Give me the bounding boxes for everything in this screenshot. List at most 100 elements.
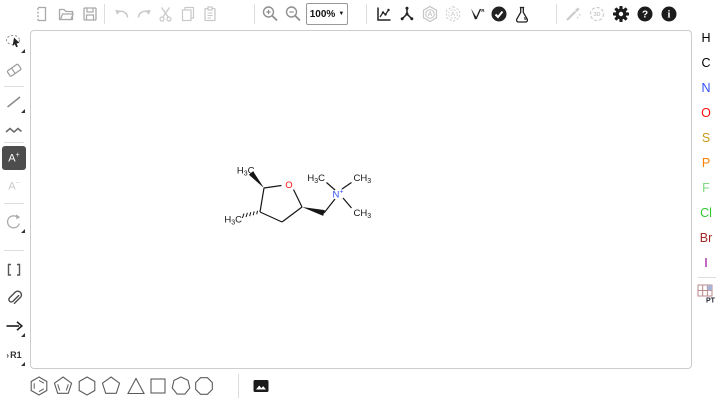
redo-icon xyxy=(135,5,153,23)
layout-button[interactable] xyxy=(374,3,394,25)
cut-button[interactable] xyxy=(156,3,176,25)
charge-plus-button[interactable]: A+ xyxy=(2,146,26,170)
toolbar-separator xyxy=(254,4,255,24)
dropdown-arrow-icon: ▼ xyxy=(338,11,344,17)
molecule-structure[interactable]: H3C H3C O N+ H3C CH3 CH3 xyxy=(31,31,691,368)
single-bond-button[interactable] xyxy=(2,90,26,114)
help-button[interactable]: ? xyxy=(635,3,655,25)
reaction-arrow-button[interactable] xyxy=(2,314,26,338)
chain-button[interactable] xyxy=(2,118,26,142)
toolbar-separator xyxy=(104,4,105,24)
help-icon: ? xyxy=(636,5,654,23)
element-N-button[interactable]: N xyxy=(694,78,718,98)
toolbar-separator xyxy=(556,4,557,24)
r-group-button[interactable]: ›R1 xyxy=(2,343,26,367)
settings-button[interactable] xyxy=(611,3,631,25)
svg-text:3D: 3D xyxy=(593,12,600,18)
zoom-level-select[interactable]: 100% ▼ xyxy=(306,3,348,25)
atom-label-methyl[interactable]: CH3 xyxy=(354,173,372,185)
periodic-table-button[interactable]: PT xyxy=(694,283,720,305)
element-symbol: Cl xyxy=(700,206,712,220)
edit-group xyxy=(112,3,220,25)
single-bond-icon xyxy=(4,92,24,112)
benzene-icon xyxy=(29,376,49,396)
template-cycloheptane-button[interactable] xyxy=(170,375,192,397)
clean-up-button[interactable] xyxy=(397,3,417,25)
element-symbol: C xyxy=(701,56,710,70)
atom-label-methyl[interactable]: H3C xyxy=(224,215,242,227)
svg-text:R: R xyxy=(481,8,485,13)
erase-button[interactable] xyxy=(2,58,26,82)
element-symbol: P xyxy=(702,156,710,170)
calculate-cip-icon: R xyxy=(467,5,485,23)
element-S-button[interactable]: S xyxy=(694,128,718,148)
dearomatize-button[interactable]: A xyxy=(443,3,463,25)
paste-button[interactable] xyxy=(200,3,220,25)
save-button[interactable] xyxy=(80,3,100,25)
redo-button[interactable] xyxy=(134,3,154,25)
cyclooctane-icon xyxy=(194,376,214,396)
clean-up-icon xyxy=(398,5,416,23)
rotate-button[interactable] xyxy=(2,210,26,234)
file-group xyxy=(32,3,100,25)
lasso-selection-button[interactable] xyxy=(2,30,26,54)
charge-minus-button[interactable]: A− xyxy=(2,174,26,198)
data-s-group-button[interactable] xyxy=(2,286,26,310)
zoom-out-icon xyxy=(284,5,302,23)
element-F-button[interactable]: F xyxy=(694,178,718,198)
paste-icon xyxy=(201,5,219,23)
recognize-icon xyxy=(564,5,582,23)
recognize-button[interactable] xyxy=(563,3,583,25)
element-H-button[interactable]: H xyxy=(694,28,718,48)
ring-bonds[interactable] xyxy=(260,186,302,223)
cycloheptane-icon xyxy=(171,376,191,396)
check-structure-button[interactable] xyxy=(489,3,509,25)
element-Cl-button[interactable]: Cl xyxy=(694,203,718,223)
drawing-canvas[interactable]: H3C H3C O N+ H3C CH3 CH3 xyxy=(30,30,692,369)
atom-label-oxygen[interactable]: O xyxy=(285,180,292,191)
atom-label-methyl[interactable]: H3C xyxy=(307,173,325,185)
template-library-button[interactable] xyxy=(250,375,272,397)
calculate-cip-button[interactable]: R xyxy=(466,3,486,25)
s-group-button[interactable] xyxy=(2,258,26,282)
template-cyclobutane-button[interactable] xyxy=(147,375,169,397)
atom-label-nitrogen[interactable]: N+ xyxy=(333,189,344,201)
cyclobutane-icon xyxy=(148,376,168,396)
element-Br-button[interactable]: Br xyxy=(694,228,718,248)
template-cyclopentane-button[interactable] xyxy=(100,375,122,397)
template-cyclopentadiene-button[interactable] xyxy=(52,375,74,397)
atom-label-methyl[interactable]: CH3 xyxy=(354,208,372,220)
aromatize-button[interactable]: A xyxy=(420,3,440,25)
svg-text:PT: PT xyxy=(706,298,716,305)
element-I-button[interactable]: I xyxy=(694,253,718,273)
s-group-bracket-icon xyxy=(4,260,24,280)
about-button[interactable]: i xyxy=(659,3,679,25)
undo-button[interactable] xyxy=(112,3,132,25)
template-cyclohexane-button[interactable] xyxy=(76,375,98,397)
r-group-icon: ›R1 xyxy=(6,351,21,360)
template-cyclopropane-button[interactable] xyxy=(125,375,147,397)
zoom-out-button[interactable] xyxy=(283,3,303,25)
calculated-values-button[interactable]: 5 xyxy=(512,3,532,25)
svg-text:A: A xyxy=(428,11,433,18)
periodic-table-icon: PT xyxy=(694,283,720,305)
3d-viewer-button[interactable]: 3D xyxy=(587,3,607,25)
zoom-level-value: 100% xyxy=(310,9,336,20)
aromatize-icon: A xyxy=(421,5,439,23)
template-cyclooctane-button[interactable] xyxy=(193,375,215,397)
new-document-button[interactable] xyxy=(32,3,52,25)
hashed-wedge-bond[interactable] xyxy=(242,211,257,218)
copy-button[interactable] xyxy=(178,3,198,25)
template-benzene-button[interactable] xyxy=(28,375,50,397)
element-O-button[interactable]: O xyxy=(694,103,718,123)
charge-minus-icon: A− xyxy=(8,180,19,193)
reaction-arrow-icon xyxy=(4,316,24,336)
open-button[interactable] xyxy=(56,3,76,25)
element-C-button[interactable]: C xyxy=(694,53,718,73)
element-symbol: Br xyxy=(700,231,713,245)
bold-wedge-bond[interactable] xyxy=(302,207,325,216)
zoom-in-button[interactable] xyxy=(260,3,280,25)
atom-label-methyl[interactable]: H3C xyxy=(237,166,255,178)
element-P-button[interactable]: P xyxy=(694,153,718,173)
zoom-in-icon xyxy=(261,5,279,23)
